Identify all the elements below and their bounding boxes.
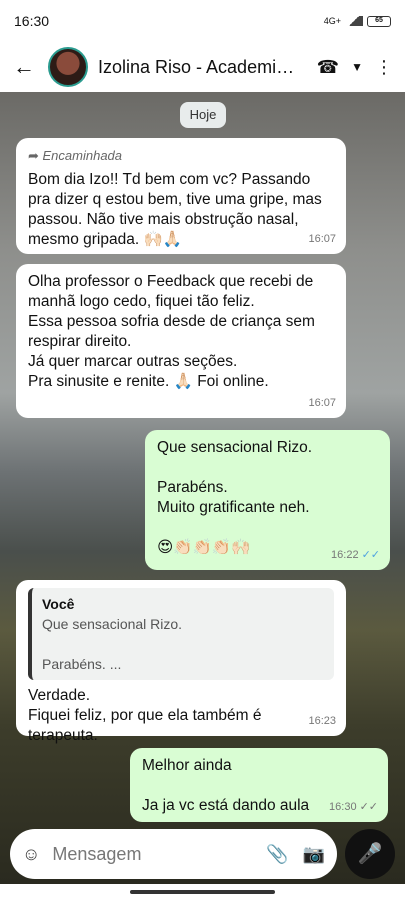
message-bubble[interactable]: ➦ Encaminhada Bom dia Izo!! Td bem com v… [16, 138, 346, 254]
message-text: Que sensacional Rizo. Parabéns. Muito gr… [157, 439, 313, 556]
chat-header: ← Izolina Riso - Academia... ☎ ▼ ⋮ [0, 42, 405, 92]
message-time: 16:07 [308, 233, 336, 245]
message-text: Bom dia Izo!! Td bem com vc? Passando pr… [28, 171, 322, 248]
chevron-down-icon[interactable]: ▼ [351, 60, 363, 74]
status-icons: 4G+ 65 [323, 15, 391, 27]
battery-icon: 65 [367, 15, 391, 27]
avatar[interactable] [48, 47, 88, 87]
message-bubble[interactable]: Olha professor o Feedback que recebi de … [16, 264, 346, 418]
status-time: 16:30 [14, 13, 50, 29]
emoji-icon[interactable]: ☺ [22, 844, 40, 865]
attach-icon[interactable]: 📎 [266, 844, 288, 865]
camera-icon[interactable]: 📷 [303, 844, 325, 865]
phone-icon[interactable]: ☎ [317, 57, 339, 78]
contact-name[interactable]: Izolina Riso - Academia... [98, 57, 298, 78]
message-input[interactable]: Mensagem [52, 844, 252, 865]
nav-bar [0, 884, 405, 900]
quote-text: Que sensacional Rizo. Parabéns. ... [42, 616, 183, 672]
message-bubble[interactable]: Que sensacional Rizo. Parabéns. Muito gr… [145, 430, 390, 570]
chat-area[interactable]: Hoje ➦ Encaminhada Bom dia Izo!! Td bem … [0, 92, 405, 884]
more-options-icon[interactable]: ⋮ [375, 57, 393, 78]
forwarded-label: ➦ Encaminhada [28, 148, 123, 163]
network-type: 4G+ [323, 16, 341, 26]
message-bubble[interactable]: Melhor ainda Ja ja vc está dando aula 16… [130, 748, 388, 822]
delivered-ticks-icon: ✓✓ [359, 801, 378, 813]
message-bubble[interactable]: Você Que sensacional Rizo. Parabéns. ...… [16, 580, 346, 744]
message-time: 16:30 ✓✓ [329, 801, 378, 813]
back-arrow-icon[interactable]: ← [0, 54, 48, 80]
message-time: 16:22 ✓✓ [331, 549, 380, 561]
signal-icon [345, 16, 363, 26]
message-composer[interactable]: ☺ Mensagem 📎 📷 [10, 829, 337, 879]
quoted-message[interactable]: Você Que sensacional Rizo. Parabéns. ... [28, 588, 334, 680]
message-text: Olha professor o Feedback que recebi de … [28, 273, 315, 390]
status-bar: 16:30 4G+ 65 [0, 0, 405, 42]
quote-author: Você [42, 596, 75, 612]
message-time: 16:23 [308, 715, 336, 727]
home-indicator[interactable] [130, 890, 275, 894]
date-chip: Hoje [180, 102, 226, 128]
mic-icon[interactable]: 🎤 [345, 829, 395, 879]
read-ticks-icon: ✓✓ [361, 549, 380, 561]
message-text: Verdade. Fiquei feliz, por que ela també… [28, 687, 262, 744]
message-time: 16:07 [308, 397, 336, 409]
